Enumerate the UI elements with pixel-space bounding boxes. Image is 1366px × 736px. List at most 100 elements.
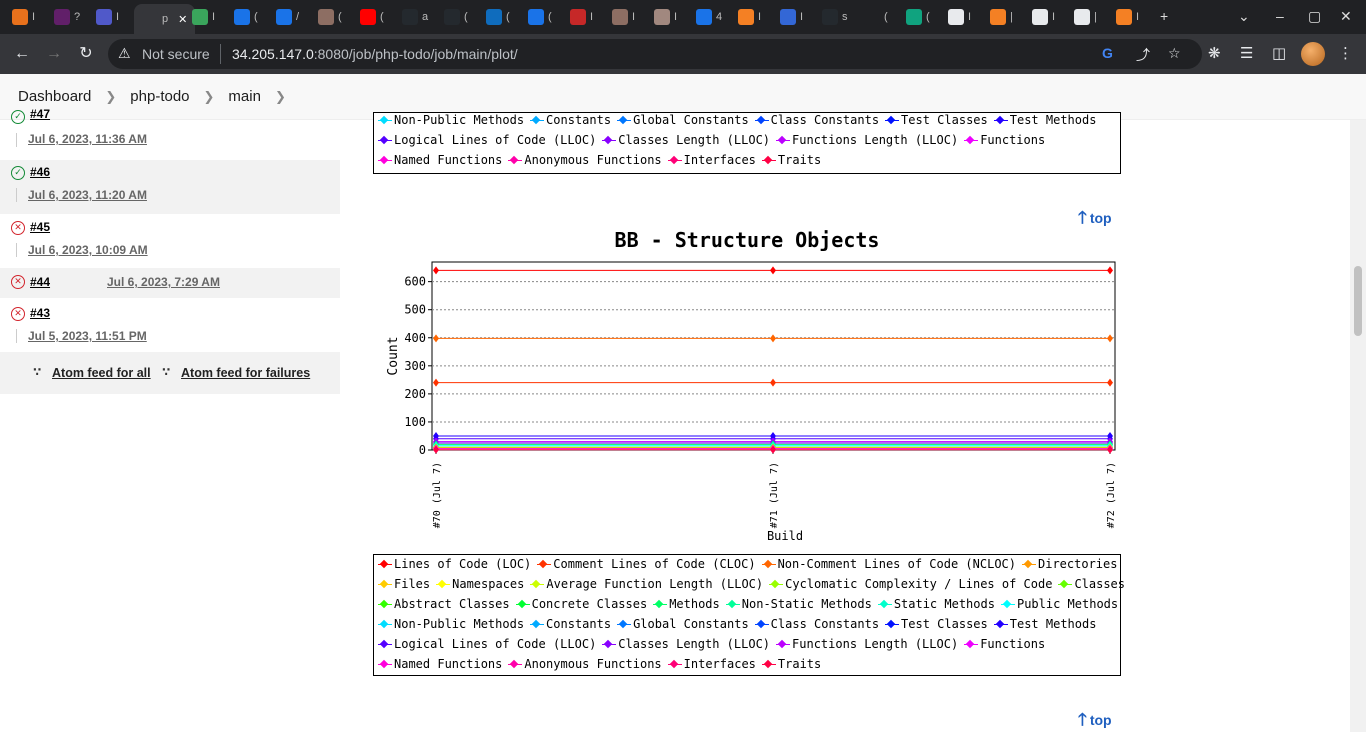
- close-window-icon[interactable]: ✕: [1340, 8, 1352, 25]
- browser-tab[interactable]: I: [96, 6, 119, 28]
- legend-marker: [378, 140, 392, 141]
- bookmark-star-icon[interactable]: ☆: [1168, 45, 1181, 62]
- legend-row: Non-Public Methods Constants Global Consta…: [378, 113, 1102, 133]
- build-row[interactable]: ✕ #43 Jul 5, 2023, 11:51 PM: [0, 298, 340, 350]
- browser-tab[interactable]: (: [906, 6, 930, 28]
- legend-marker: [378, 644, 392, 645]
- share-icon[interactable]: ⤴: [1136, 45, 1150, 65]
- legend-marker: [617, 120, 632, 121]
- build-number[interactable]: #43: [30, 306, 50, 320]
- browser-tab[interactable]: (: [360, 6, 384, 28]
- browser-tab[interactable]: |: [1074, 6, 1097, 28]
- address-bar[interactable]: ⚠ Not secure 34.205.147.0:8080/job/php-t…: [108, 39, 1202, 69]
- legend-label: Test Methods: [1009, 113, 1097, 127]
- tab-favicon-icon: [234, 9, 250, 25]
- legend-label: Abstract Classes: [394, 597, 510, 611]
- browser-tab[interactable]: (: [528, 6, 552, 28]
- browser-tab[interactable]: (: [234, 6, 258, 28]
- page-scrollbar[interactable]: [1350, 120, 1366, 732]
- browser-tab[interactable]: I: [654, 6, 677, 28]
- tab-title: I: [590, 11, 594, 23]
- side-panel-icon[interactable]: ◫: [1272, 44, 1286, 62]
- browser-tab[interactable]: I: [948, 6, 971, 28]
- browser-tab[interactable]: |: [990, 6, 1013, 28]
- back-icon[interactable]: ←: [12, 44, 32, 64]
- legend-marker: [1022, 564, 1036, 565]
- browser-tab[interactable]: I: [1032, 6, 1055, 28]
- tab-favicon-icon: [528, 9, 544, 25]
- browser-tab[interactable]: (: [864, 6, 888, 28]
- build-number[interactable]: #44: [30, 275, 50, 289]
- y-tick-label: 0: [419, 443, 426, 457]
- build-date[interactable]: Jul 6, 2023, 11:36 AM: [28, 132, 147, 146]
- browser-tab[interactable]: I: [612, 6, 635, 28]
- url-text[interactable]: 34.205.147.0:8080/job/php-todo/job/main/…: [232, 46, 518, 62]
- maximize-icon[interactable]: ▢: [1308, 8, 1321, 25]
- warning-icon[interactable]: ⚠: [118, 45, 131, 62]
- legend-marker: [378, 624, 392, 625]
- google-lens-icon[interactable]: G: [1102, 45, 1113, 61]
- chevron-right-icon[interactable]: ❯: [275, 89, 286, 105]
- build-number[interactable]: #45: [30, 220, 50, 234]
- browser-tab[interactable]: a: [402, 6, 428, 28]
- legend-marker: [754, 120, 769, 121]
- browser-tab[interactable]: I: [738, 6, 761, 28]
- build-date[interactable]: Jul 5, 2023, 11:51 PM: [28, 329, 147, 343]
- browser-tab[interactable]: I: [780, 6, 803, 28]
- browser-tab[interactable]: (: [444, 6, 468, 28]
- legend-marker: [964, 644, 979, 645]
- breadcrumb-branch[interactable]: main: [228, 84, 261, 109]
- build-number[interactable]: #46: [30, 165, 50, 179]
- browser-tab[interactable]: /: [276, 6, 299, 28]
- legend-label: Non-Static Methods: [741, 597, 872, 611]
- atom-feed-failures-link[interactable]: Atom feed for failures: [181, 366, 310, 380]
- browser-tab[interactable]: (: [486, 6, 510, 28]
- build-date[interactable]: Jul 6, 2023, 10:09 AM: [28, 243, 148, 257]
- legend-label: Anonymous Functions: [524, 153, 662, 167]
- build-row[interactable]: ✓ #46 Jul 6, 2023, 11:20 AM: [0, 160, 340, 214]
- tab-favicon-icon: [360, 9, 376, 25]
- extensions-icon[interactable]: ❋: [1208, 44, 1221, 62]
- legend-label: Non-Comment Lines of Code (NCLOC): [777, 557, 1016, 571]
- build-row[interactable]: ✕ #45 Jul 6, 2023, 10:09 AM: [0, 214, 340, 268]
- browser-tab[interactable]: p ✕: [134, 4, 196, 34]
- build-number[interactable]: #47: [30, 107, 50, 121]
- tab-favicon-icon: [570, 9, 586, 25]
- chrome-menu-icon[interactable]: ⋮: [1338, 44, 1353, 62]
- tab-search-icon[interactable]: ⌄: [1238, 8, 1250, 25]
- legend-marker: [964, 140, 979, 141]
- tab-favicon-icon: [696, 9, 712, 25]
- browser-tab[interactable]: (: [318, 6, 342, 28]
- legend-label: Class Constants: [770, 617, 880, 631]
- reading-list-icon[interactable]: ☰: [1240, 44, 1253, 62]
- new-tab-icon[interactable]: +: [1160, 8, 1168, 24]
- forward-icon[interactable]: →: [44, 44, 64, 64]
- minimize-icon[interactable]: –: [1276, 8, 1284, 24]
- browser-tab[interactable]: I: [192, 6, 215, 28]
- browser-tab[interactable]: I: [12, 6, 35, 28]
- breadcrumb-job[interactable]: php-todo: [130, 84, 189, 109]
- legend-marker: [537, 564, 552, 565]
- scrollbar-thumb[interactable]: [1354, 266, 1362, 336]
- tab-favicon-icon: [54, 9, 70, 25]
- legend-row: Logical Lines of Code (LLOC) Classes Leng…: [378, 637, 1051, 657]
- build-row[interactable]: ✓ #47 Jul 6, 2023, 11:36 AM: [0, 107, 340, 165]
- build-date[interactable]: Jul 6, 2023, 7:29 AM: [107, 275, 220, 289]
- browser-tab[interactable]: I: [570, 6, 593, 28]
- browser-tab[interactable]: ?: [54, 6, 80, 28]
- atom-feed-all-link[interactable]: Atom feed for all: [52, 366, 151, 380]
- build-row[interactable]: ✕ #44 Jul 6, 2023, 7:29 AM: [0, 268, 340, 298]
- tab-favicon-icon: [780, 9, 796, 25]
- legend-label: Average Function Length (LLOC): [546, 577, 764, 591]
- profile-avatar[interactable]: [1301, 42, 1325, 66]
- build-date[interactable]: Jul 6, 2023, 11:20 AM: [28, 188, 147, 202]
- breadcrumb-dashboard[interactable]: Dashboard: [18, 84, 91, 109]
- browser-tab[interactable]: s: [822, 6, 848, 28]
- tab-title: I: [968, 11, 972, 23]
- legend-label: Global Constants: [633, 617, 749, 631]
- tab-favicon-icon: [444, 9, 460, 25]
- browser-tab[interactable]: I: [1116, 6, 1139, 28]
- reload-icon[interactable]: ↻: [76, 44, 96, 64]
- browser-tab[interactable]: 4: [696, 6, 722, 28]
- close-tab-icon[interactable]: ✕: [178, 13, 187, 26]
